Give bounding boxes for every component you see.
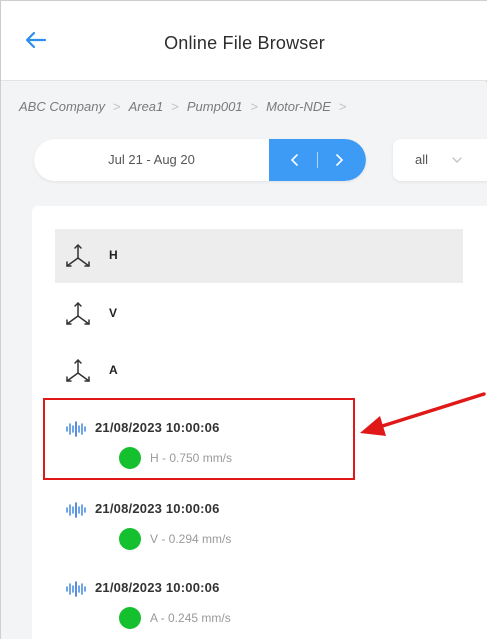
chevron-left-icon [290,154,298,166]
axis-row-v[interactable]: V [55,287,463,341]
app-frame: Online File Browser ABC Company > Area1 > Pu… [0,0,487,639]
breadcrumb-separator-icon: > [338,99,347,114]
waveform-icon [66,421,86,437]
page-title: Online File Browser [164,33,325,53]
axis-filter-select[interactable]: all [393,139,487,181]
breadcrumb: ABC Company > Area1 > Pump001 > Motor-NDE > [19,99,355,114]
axis-label: V [109,306,118,320]
axis-label: H [109,248,118,262]
filter-value: all [415,152,429,167]
waveform-icon [66,581,86,597]
previous-period-button[interactable] [273,139,317,181]
record-value: H - 0.750 mm/s [150,451,233,465]
axes-3d-icon [66,244,90,267]
breadcrumb-separator-icon: > [112,99,121,114]
measurement-record[interactable]: 21/08/2023 10:00:06 A - 0.245 mm/s [55,571,355,637]
status-indicator [119,607,141,629]
breadcrumb-item-company[interactable]: ABC Company [19,99,105,114]
axis-label: A [109,363,118,377]
measurement-record[interactable]: 21/08/2023 10:00:06 V - 0.294 mm/s [55,492,355,558]
status-indicator [119,447,141,469]
record-timestamp: 21/08/2023 10:00:06 [95,580,220,595]
breadcrumb-item-motor[interactable]: Motor-NDE [266,99,331,114]
waveform-icon [66,502,86,518]
date-nav-group [269,139,366,181]
record-value: A - 0.245 mm/s [150,611,231,625]
date-range-selector: Jul 21 - Aug 20 [34,139,366,181]
app-header: Online File Browser [1,1,487,81]
breadcrumb-item-pump[interactable]: Pump001 [187,99,243,114]
axis-row-h[interactable]: H [55,229,463,283]
record-timestamp: 21/08/2023 10:00:06 [95,501,220,516]
measurement-record[interactable]: 21/08/2023 10:00:06 H - 0.750 mm/s [55,411,355,477]
axis-row-a[interactable]: A [55,344,463,398]
record-timestamp: 21/08/2023 10:00:06 [95,420,220,435]
next-period-button[interactable] [317,139,361,181]
chevron-down-icon [452,157,462,163]
date-range-label[interactable]: Jul 21 - Aug 20 [34,139,269,181]
breadcrumb-item-area[interactable]: Area1 [129,99,164,114]
chevron-right-icon [336,154,344,166]
axes-3d-icon [66,302,90,325]
record-value: V - 0.294 mm/s [150,532,232,546]
status-indicator [119,528,141,550]
breadcrumb-separator-icon: > [171,99,179,114]
breadcrumb-separator-icon: > [250,99,259,114]
axes-3d-icon [66,359,90,382]
